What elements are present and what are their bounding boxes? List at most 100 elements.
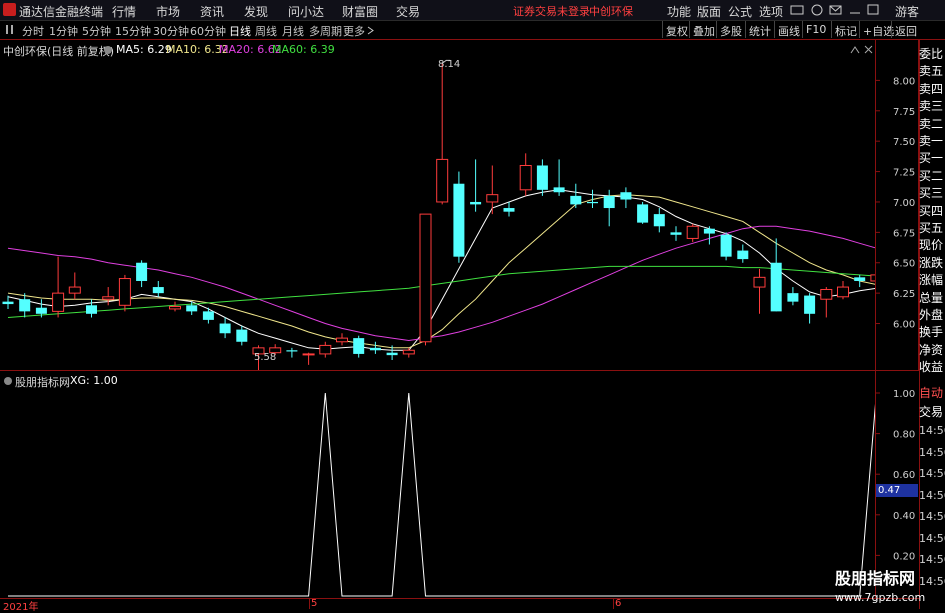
tab-5min[interactable]: 5分钟 [82, 23, 111, 39]
candle-body-up [102, 296, 115, 300]
login-alert[interactable]: 证券交易未登录 [513, 3, 590, 19]
candle-body-down [787, 293, 799, 302]
watermark-logo: 股朋指标网 www.7gpzb.com [835, 565, 940, 607]
candle-body-down [570, 195, 582, 205]
candle-body-down [703, 228, 715, 234]
menu-zixun[interactable]: 资讯 [200, 3, 224, 20]
tab-60min[interactable]: 60分钟 [190, 23, 226, 39]
title-bar: 通达信金融终端 行情 市场 资讯 发现 问小达 财富圈 交易 证券交易未登录 中… [0, 0, 945, 21]
trade-label: 交易 [919, 405, 944, 419]
candle-body-down [503, 208, 515, 212]
candle-body-down [620, 192, 632, 200]
indicator-tick-label: 0.40 [893, 511, 915, 522]
indicator-tick-label: 0.80 [893, 430, 915, 441]
price-tick-label: 7.50 [893, 137, 915, 148]
menu-gongneng[interactable]: 功能 [667, 3, 691, 20]
tick-time: 14:56 [919, 424, 945, 437]
date-axis [0, 598, 919, 609]
candle-body-down [720, 234, 732, 257]
candle-body-up [837, 286, 849, 298]
fuquan-button[interactable]: 复权 [662, 21, 689, 38]
menu-jiaoyi[interactable]: 交易 [396, 3, 420, 20]
guest-label[interactable]: 游客 [895, 3, 919, 20]
tick-time: 14:56 [919, 510, 945, 523]
candle-body-up [419, 213, 432, 343]
tab-30min[interactable]: 30分钟 [153, 23, 189, 39]
tab-15min[interactable]: 15分钟 [115, 23, 151, 39]
menu-shichang[interactable]: 市场 [156, 3, 180, 20]
tick-time: 14:56 [919, 467, 945, 480]
tab-1min[interactable]: 1分钟 [49, 23, 78, 39]
price-tick-label: 6.75 [893, 228, 915, 239]
candle-body-down [386, 352, 398, 356]
tab-more[interactable]: 更多 [343, 23, 365, 39]
candle-body-down [2, 301, 14, 305]
price-tick-label: 7.75 [893, 107, 915, 118]
candle-body-down [804, 295, 816, 314]
candle-body-down [553, 187, 565, 193]
overlay-button[interactable]: 叠加 [689, 21, 716, 38]
candle-body-down [603, 195, 615, 209]
candle-body-down [236, 329, 248, 342]
app-logo-icon [3, 3, 16, 16]
tab-monthly[interactable]: 月线 [282, 23, 304, 39]
draw-line-button[interactable]: 画线 [774, 21, 802, 38]
f10-button[interactable]: F10 [802, 21, 831, 38]
low-price-label: 5.58 [254, 352, 277, 363]
statistics-button[interactable]: 统计 [745, 21, 774, 38]
add-watchlist-button[interactable]: +自选 [859, 21, 894, 38]
candle-body-up [336, 337, 348, 343]
tab-fenshi[interactable]: 分时 [22, 23, 44, 39]
date-tick-june [613, 598, 614, 609]
candle-body-down [353, 338, 365, 354]
candle-body-up [686, 225, 699, 239]
panel-toggle-icon[interactable] [6, 25, 13, 34]
candle-body-down [536, 165, 548, 190]
menu-banmian[interactable]: 版面 [697, 3, 721, 20]
auto-trade-toggle[interactable]: 自动 [919, 383, 945, 403]
date-label-year: 2021年 [3, 602, 39, 613]
candle-body-down [35, 307, 47, 314]
menu-wenxiaoda[interactable]: 问小达 [288, 3, 324, 20]
multi-stock-button[interactable]: 多股 [716, 21, 745, 38]
date-label-may: 5 [311, 598, 318, 609]
price-tick-label: 7.00 [893, 198, 915, 209]
quote-label: 收益 [919, 360, 944, 375]
message-icon[interactable] [829, 5, 842, 15]
candle-body-down [653, 214, 665, 227]
mark-button[interactable]: 标记 [831, 21, 859, 38]
skin-icon[interactable] [811, 4, 823, 16]
candlestick-chart[interactable] [0, 40, 875, 370]
tick-time: 14:56 [919, 531, 945, 545]
candle-body-down [19, 299, 31, 312]
watermark-url: www.7gpzb.com [835, 591, 926, 604]
menu-xuanxiang[interactable]: 选项 [759, 3, 783, 20]
candle-body-down [369, 347, 381, 351]
candle-body-down [670, 232, 682, 235]
price-tick-label: 7.25 [893, 168, 915, 179]
menu-faxian[interactable]: 发现 [244, 3, 268, 20]
candle-body-up [820, 288, 833, 300]
date-label-june: 6 [615, 598, 622, 609]
candle-body-up [870, 274, 875, 282]
app-title: 通达信金融终端 [19, 5, 104, 19]
candle-body-down [737, 250, 749, 260]
candle-body-up [319, 344, 332, 355]
high-price-label: 8.14 [438, 59, 461, 70]
candle-body-down [587, 201, 598, 204]
chevron-right-icon[interactable] [367, 26, 375, 35]
tab-multi-period[interactable]: 多周期 [309, 23, 342, 39]
price-tick-label: 6.00 [893, 320, 915, 331]
indicator-chart[interactable] [0, 371, 875, 598]
keyboard-icon[interactable] [790, 5, 804, 15]
menu-caifuquan[interactable]: 财富圈 [342, 3, 378, 20]
back-button[interactable]: 返回 [891, 21, 919, 38]
menu-hangqing[interactable]: 行情 [112, 3, 136, 20]
candle-body-down [770, 262, 782, 312]
menu-gongshi[interactable]: 公式 [728, 3, 752, 20]
tab-daily[interactable]: 日线 [229, 23, 251, 39]
tab-weekly[interactable]: 周线 [255, 23, 277, 39]
date-tick-may [309, 598, 310, 609]
maximize-icon[interactable] [867, 4, 879, 15]
candle-body-up [52, 292, 65, 312]
